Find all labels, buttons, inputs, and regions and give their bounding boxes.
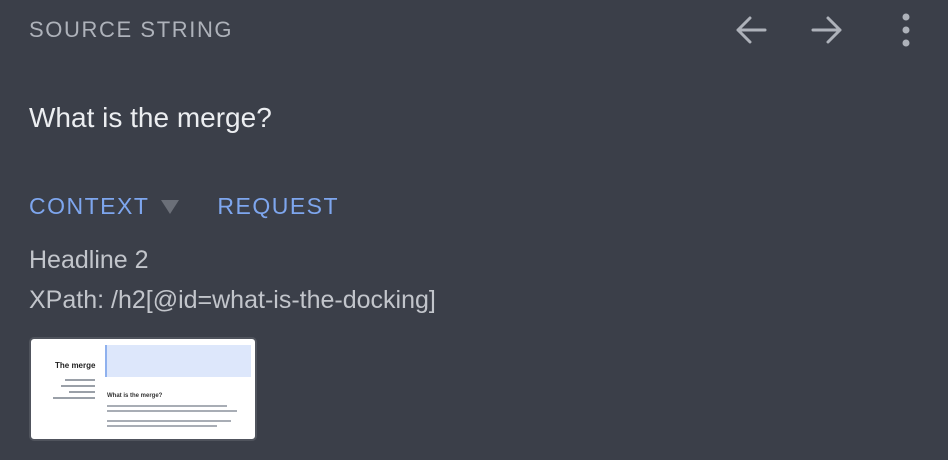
tab-context[interactable]: CONTEXT <box>29 193 180 220</box>
thumbnail-line <box>107 405 227 407</box>
source-string-text: What is the merge? <box>29 102 272 133</box>
tab-context-label: CONTEXT <box>29 193 150 219</box>
next-button[interactable] <box>807 10 847 50</box>
thumbnail-line <box>107 410 237 412</box>
chevron-down-icon[interactable] <box>161 199 180 214</box>
tab-request-label: REQUEST <box>217 193 340 219</box>
xpath-label: XPath: /h2[@id=what-is-the-docking] <box>29 286 436 314</box>
thumbnail-line <box>65 379 95 381</box>
thumbnail-heading: What is the merge? <box>107 393 163 399</box>
thumbnail-sidebar-title: The merge <box>55 361 96 370</box>
arrow-forward-icon <box>811 16 842 44</box>
element-type-label: Headline 2 <box>29 246 149 274</box>
thumbnail-line <box>61 385 95 387</box>
thumbnail-line <box>69 391 95 393</box>
tab-request[interactable]: REQUEST <box>217 193 339 220</box>
tab-bar: CONTEXT REQUEST <box>29 193 339 220</box>
thumbnail-line <box>53 397 95 399</box>
thumbnail-line <box>107 420 231 422</box>
previous-button[interactable] <box>731 10 771 50</box>
thumbnail-sidebar: The merge <box>35 343 99 437</box>
screenshot-thumbnail[interactable]: The merge What is the merge? <box>29 337 257 441</box>
thumbnail-callout <box>105 345 251 377</box>
thumbnail-line <box>107 425 217 427</box>
thumbnail-main: What is the merge? <box>105 343 251 437</box>
more-options-button[interactable] <box>886 10 926 50</box>
more-vertical-icon <box>902 13 910 47</box>
arrow-back-icon <box>736 16 767 44</box>
section-title: SOURCE STRING <box>29 17 234 42</box>
